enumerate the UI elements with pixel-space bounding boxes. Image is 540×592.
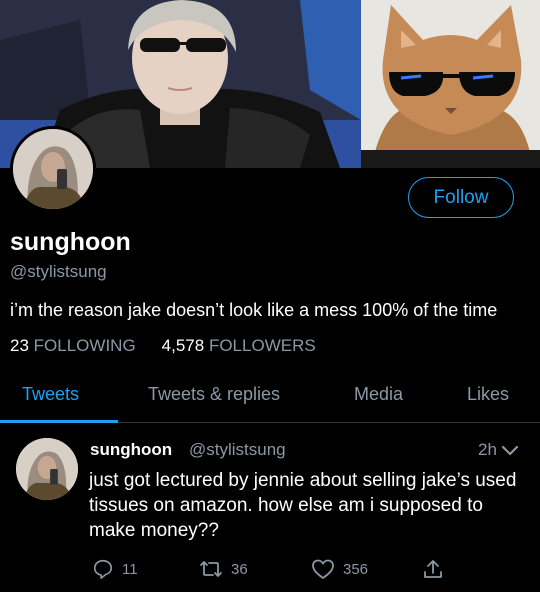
tweet-actions: 11 36 356 <box>0 558 540 586</box>
retweet-icon <box>200 561 222 577</box>
share-button[interactable] <box>422 558 452 580</box>
tweet-author-name[interactable]: sunghoon <box>90 440 172 460</box>
following-count: 23 <box>10 336 29 355</box>
profile-name: sunghoon <box>10 228 131 256</box>
like-button[interactable]: 356 <box>311 558 368 580</box>
tweet-author-handle[interactable]: @stylistsung <box>189 440 286 460</box>
tweet[interactable]: sunghoon @stylistsung 2h just got lectur… <box>0 424 540 592</box>
like-count: 356 <box>343 560 369 578</box>
reply-button[interactable]: 11 <box>92 558 138 580</box>
reply-count: 11 <box>122 560 138 578</box>
follow-button[interactable]: Follow <box>408 177 514 218</box>
tweet-text: just got lectured by jennie about sellin… <box>89 470 517 541</box>
reply-icon <box>93 559 113 579</box>
followers-count: 4,578 <box>161 336 205 355</box>
tab-likes[interactable]: Likes <box>467 384 509 405</box>
retweet-count: 36 <box>231 560 248 578</box>
following-stat[interactable]: 23 FOLLOWING <box>10 336 136 355</box>
profile-tabs: Tweets Tweets & replies Media Likes <box>0 368 540 423</box>
tab-media[interactable]: Media <box>354 384 403 405</box>
like-icon <box>312 559 334 579</box>
followers-label: FOLLOWERS <box>208 336 316 355</box>
share-icon <box>424 560 442 578</box>
tweet-timestamp[interactable]: 2h <box>478 440 497 460</box>
tweet-avatar[interactable] <box>16 438 78 500</box>
tab-tweets-replies[interactable]: Tweets & replies <box>148 384 280 405</box>
tab-tweets[interactable]: Tweets <box>22 384 79 405</box>
profile-stats: 23 FOLLOWING 4,578 FOLLOWERS <box>10 336 316 356</box>
banner-photo-cat <box>361 0 540 168</box>
following-label: FOLLOWING <box>33 336 136 355</box>
profile-avatar[interactable] <box>10 126 96 212</box>
active-tab-indicator <box>0 420 118 423</box>
profile-handle: @stylistsung <box>10 262 107 281</box>
profile-bio: i’m the reason jake doesn’t look like a … <box>10 300 498 320</box>
retweet-button[interactable]: 36 <box>199 558 248 580</box>
chevron-down-icon[interactable] <box>500 444 520 458</box>
followers-stat[interactable]: 4,578 FOLLOWERS <box>162 336 316 355</box>
